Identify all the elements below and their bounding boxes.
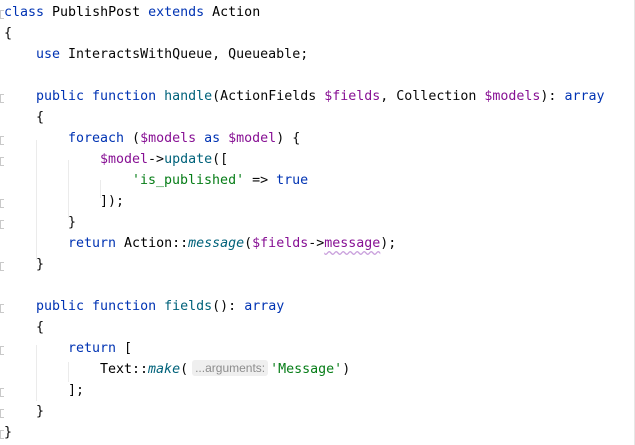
return-type: array (244, 299, 285, 314)
punctuation: [ (116, 341, 133, 356)
brace: } (68, 215, 77, 230)
function-name: handle (164, 89, 213, 104)
punctuation: ): (540, 89, 565, 104)
punctuation: ( (244, 236, 253, 251)
static-method: make (148, 362, 181, 377)
indent-guide (68, 362, 69, 382)
code-line[interactable]: } (4, 423, 12, 443)
code-line[interactable]: { (36, 108, 44, 128)
class-name: Text:: (100, 362, 149, 377)
punctuation: , Collection (380, 89, 485, 104)
arrow-operator: -> (308, 236, 325, 251)
brace: } (4, 425, 13, 440)
code-line[interactable]: } (36, 255, 44, 275)
code-line[interactable]: ]); (100, 192, 124, 212)
punctuation: ) { (276, 131, 301, 146)
code-line[interactable]: use InteractsWithQueue, Queueable; (36, 45, 308, 65)
variable: $fields (324, 89, 381, 104)
brace: } (36, 257, 45, 272)
arrow-operator: -> (148, 152, 165, 167)
variable: $model (100, 152, 149, 167)
code-line[interactable]: } (68, 213, 76, 233)
keyword: use (36, 47, 61, 62)
code-line[interactable]: { (4, 24, 12, 44)
return-type: array (564, 89, 605, 104)
punctuation: ); (380, 236, 397, 251)
keyword: true (276, 173, 309, 188)
keyword: as (196, 131, 229, 146)
code-line[interactable]: ]; (68, 381, 84, 401)
code-editor[interactable]: class PublishPost extends Action { use I… (0, 0, 635, 445)
brace: { (36, 320, 45, 335)
fold-marker-icon[interactable] (0, 409, 4, 418)
code-line[interactable]: return Action::message($fields->message)… (68, 234, 396, 254)
code-line[interactable]: { (36, 318, 44, 338)
code-line[interactable]: class PublishPost extends Action (4, 3, 260, 23)
variable: $models (140, 131, 197, 146)
parent-class: Action (204, 5, 261, 20)
fold-marker-icon[interactable] (0, 199, 4, 208)
punctuation: ]; (68, 383, 85, 398)
fold-marker-icon[interactable] (0, 346, 4, 355)
indent-guide (36, 140, 37, 260)
static-method: message (188, 236, 245, 251)
fold-marker-icon[interactable] (0, 262, 4, 271)
indent-guide (68, 160, 69, 218)
keyword: extends (148, 5, 205, 20)
keyword: foreach (68, 131, 125, 146)
code-line[interactable]: return [ (68, 339, 132, 359)
brace: { (4, 26, 13, 41)
fold-marker-icon[interactable] (0, 136, 4, 145)
fold-marker-icon[interactable] (0, 94, 4, 103)
punctuation: ]); (100, 194, 125, 209)
keyword: public (36, 89, 85, 104)
fold-marker-icon[interactable] (0, 304, 4, 313)
method-name: update (164, 152, 213, 167)
operator: => (244, 173, 277, 188)
string-literal: 'Message' (270, 362, 343, 377)
keyword: class (4, 5, 45, 20)
keyword: return (68, 341, 117, 356)
indent-guide (36, 345, 37, 401)
keyword: function (84, 89, 165, 104)
parameter-hint: ...arguments: (192, 360, 269, 376)
trait-list: InteractsWithQueue, Queueable; (60, 47, 309, 62)
code-line[interactable]: $model->update([ (100, 150, 228, 170)
keyword: function (84, 299, 165, 314)
variable: $model (228, 131, 277, 146)
punctuation: ([ (212, 152, 229, 167)
fold-marker-icon[interactable] (0, 220, 4, 229)
keyword: return (68, 236, 117, 251)
property: message (324, 236, 381, 251)
punctuation: (): (212, 299, 245, 314)
code-line[interactable]: Text::make(...arguments: 'Message') (100, 360, 350, 380)
code-line[interactable]: 'is_published' => true (132, 171, 308, 191)
fold-marker-icon[interactable] (0, 157, 4, 166)
class-name: PublishPost (44, 5, 149, 20)
string-literal: 'is_published' (132, 173, 245, 188)
code-line[interactable]: foreach ($models as $model) { (68, 129, 300, 149)
function-name: fields (164, 299, 213, 314)
keyword: public (36, 299, 85, 314)
brace: } (36, 404, 45, 419)
brace: { (36, 110, 45, 125)
code-line[interactable]: public function handle(ActionFields $fie… (36, 87, 604, 107)
class-name: Action:: (116, 236, 189, 251)
code-line[interactable]: } (36, 402, 44, 422)
variable: $fields (252, 236, 309, 251)
variable: $models (484, 89, 541, 104)
code-line[interactable]: public function fields(): array (36, 297, 284, 317)
fold-marker-icon[interactable] (0, 388, 4, 397)
punctuation: (ActionFields (212, 89, 325, 104)
punctuation: ( (180, 362, 189, 377)
punctuation: ( (124, 131, 141, 146)
punctuation: ) (342, 362, 351, 377)
